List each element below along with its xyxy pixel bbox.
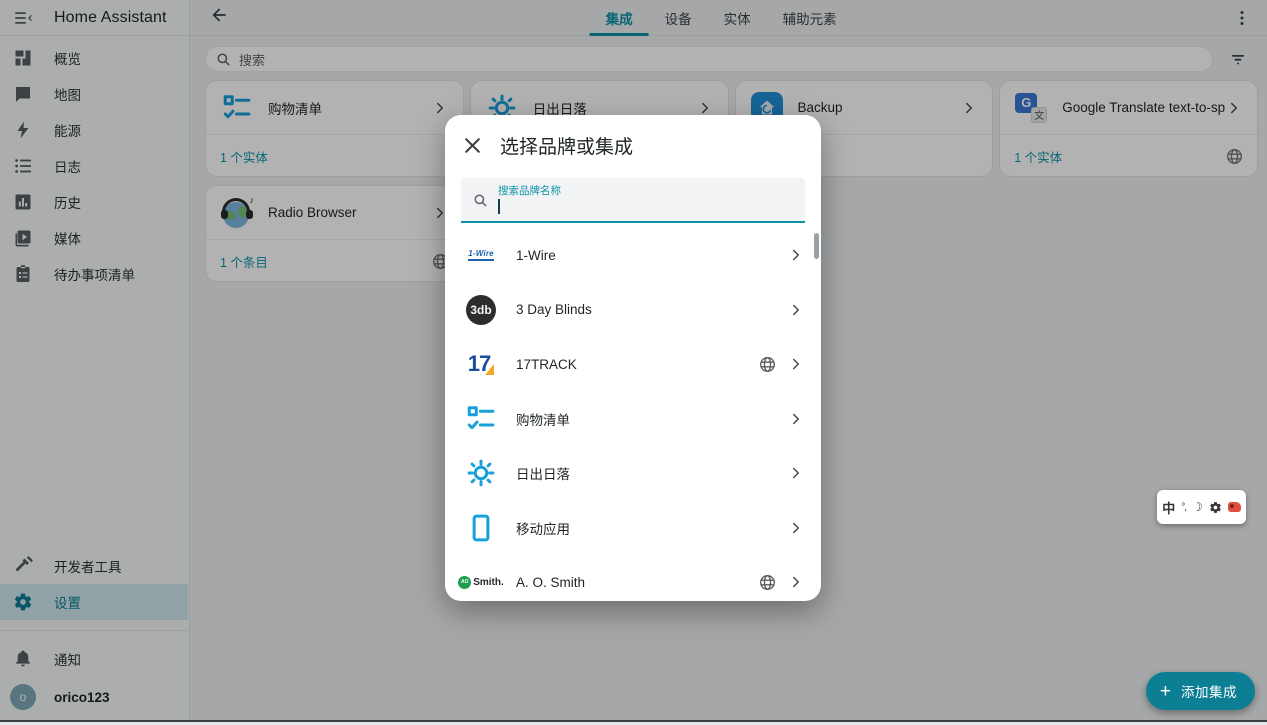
chevron-right-icon [787, 464, 805, 482]
add-integration-dialog: 选择品牌或集成 搜索品牌名称 1-Wire 1-Wire 3db 3 Day B… [445, 115, 821, 601]
text-cursor [498, 199, 500, 214]
search-field-label: 搜索品牌名称 [498, 185, 561, 198]
ime-toolbar: 中 °, ☽ [1157, 490, 1246, 524]
ime-punctuation-toggle[interactable]: °, [1181, 502, 1186, 513]
dialog-scrollbar[interactable] [814, 233, 819, 259]
close-icon[interactable] [462, 135, 483, 156]
brand-row-3-day-blinds[interactable]: 3db 3 Day Blinds [445, 283, 821, 338]
brand-row-mobile-app[interactable]: 移动应用 [445, 501, 821, 556]
17track-logo: 17 [461, 353, 501, 375]
add-integration-button[interactable]: + 添加集成 [1146, 672, 1255, 710]
chevron-right-icon [787, 355, 805, 373]
chevron-right-icon [787, 410, 805, 428]
ime-language-toggle[interactable]: 中 [1162, 498, 1175, 517]
brand-row-shopping-list[interactable]: 购物清单 [445, 392, 821, 447]
ime-settings-icon[interactable] [1209, 501, 1222, 514]
documentation-globe-icon[interactable] [759, 574, 776, 591]
search-icon [473, 193, 488, 208]
brand-row-sun[interactable]: 日出日落 [445, 446, 821, 501]
brand-search-field[interactable]: 搜索品牌名称 [461, 178, 805, 223]
documentation-globe-icon[interactable] [759, 356, 776, 373]
home-assistant-app: Home Assistant 概览 地图 能源 日志 历史 [0, 0, 1267, 725]
shopping-list-icon [461, 404, 501, 434]
sun-icon [461, 458, 501, 488]
dialog-title: 选择品牌或集成 [500, 132, 633, 159]
brand-row-ao-smith[interactable]: AOSmith. A. O. Smith [445, 555, 821, 601]
chevron-right-icon [787, 301, 805, 319]
brand-row-17track[interactable]: 17 17TRACK [445, 337, 821, 392]
brand-row-1-wire[interactable]: 1-Wire 1-Wire [445, 228, 821, 283]
chevron-right-icon [787, 246, 805, 264]
plus-icon: + [1160, 682, 1171, 701]
ime-app-icon[interactable] [1228, 502, 1241, 512]
1-wire-logo: 1-Wire [461, 249, 501, 261]
ao-smith-logo: AOSmith. [461, 576, 501, 589]
chevron-right-icon [787, 519, 805, 537]
3-day-blinds-logo: 3db [461, 295, 501, 325]
mobile-app-icon [461, 513, 501, 543]
chevron-right-icon [787, 573, 805, 591]
ime-fullwidth-toggle[interactable]: ☽ [1192, 500, 1203, 514]
brand-list: 1-Wire 1-Wire 3db 3 Day Blinds 17 17TRAC… [445, 228, 821, 601]
